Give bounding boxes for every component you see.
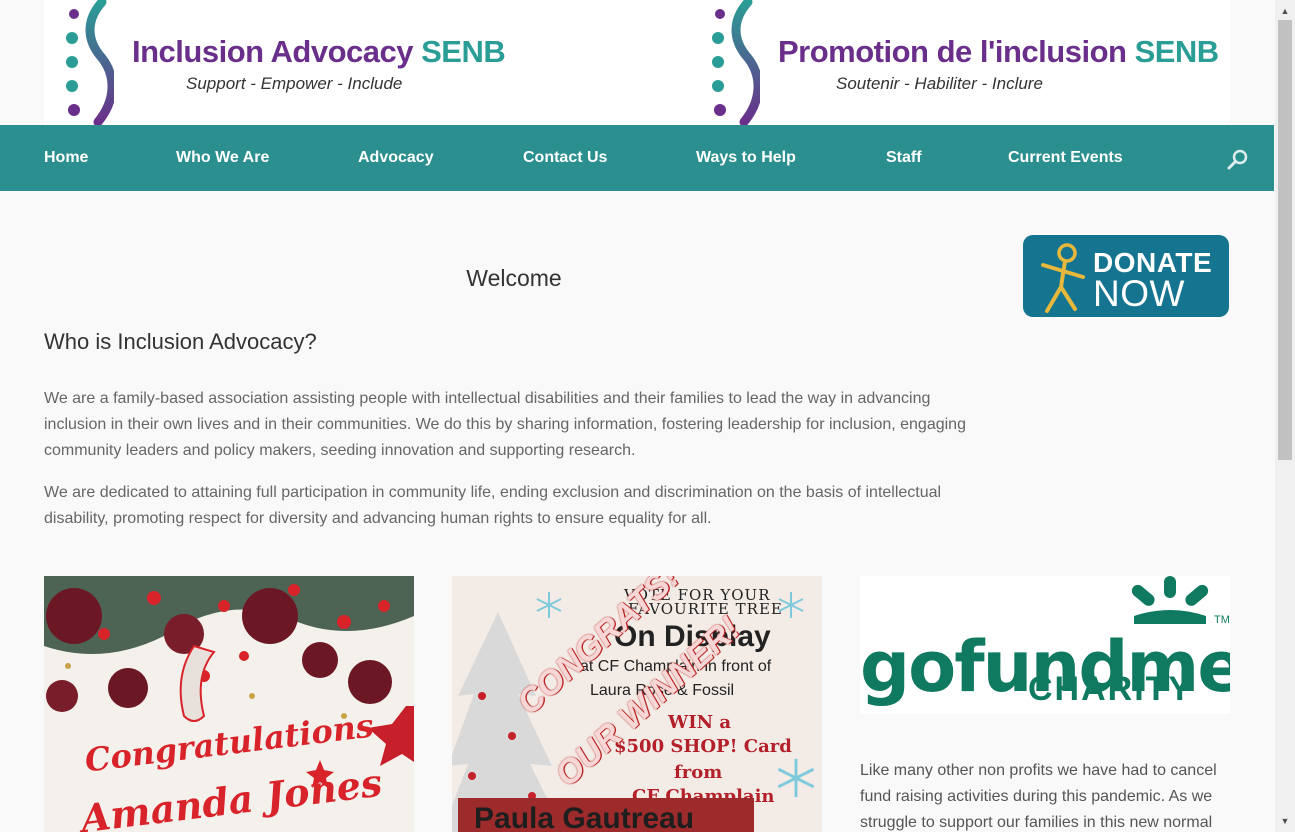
logo-tagline-fr: Soutenir - Habiliter - Inclure xyxy=(836,74,1043,93)
section-heading: Who is Inclusion Advocacy? xyxy=(44,329,317,354)
logo-title-en: Inclusion Advocacy SENB xyxy=(132,34,506,69)
congratulations-image[interactable]: Congratulations Amanda Jones xyxy=(44,576,414,832)
nav-ways-to-help[interactable]: Ways to Help xyxy=(696,149,796,167)
nav-home[interactable]: Home xyxy=(44,149,88,167)
donate-now-button[interactable]: DONATE NOW xyxy=(1023,235,1229,317)
nav-who-we-are[interactable]: Who We Are xyxy=(176,149,269,167)
nav-current-events[interactable]: Current Events xyxy=(1008,149,1123,167)
logo-mark-icon xyxy=(712,0,760,125)
logo-mark-icon xyxy=(66,0,114,125)
intro-paragraph: We are a family-based association assist… xyxy=(44,390,966,459)
snowflake-icon xyxy=(536,592,562,618)
charity-wordmark: CHARITY xyxy=(1028,670,1194,708)
nav-advocacy[interactable]: Advocacy xyxy=(358,149,434,167)
scroll-thumb[interactable] xyxy=(1278,20,1292,460)
main-nav: Home Who We Are Advocacy Contact Us Ways… xyxy=(0,125,1274,191)
tree-contest-poster[interactable]: VOTE FOR YOUR FAVOURITE TREE On Display … xyxy=(452,576,822,832)
snowflake-icon xyxy=(777,758,815,798)
header-banner: Inclusion Advocacy SENB Support - Empowe… xyxy=(44,0,1230,125)
winner-name: Paula Gautreau xyxy=(474,802,695,832)
poster-from: from xyxy=(674,762,723,783)
logo-title-fr: Promotion de l'inclusion SENB xyxy=(778,34,1219,69)
donate-now-label: NOW xyxy=(1093,273,1185,314)
poster-win: WIN a xyxy=(668,712,732,733)
stick-figure-icon xyxy=(1041,243,1085,313)
poster-prize: $500 SHOP! Card xyxy=(614,736,792,757)
logo-tagline-en: Support - Empower - Include xyxy=(186,74,403,93)
page-scrollbar[interactable]: ▲ ▼ xyxy=(1275,0,1295,832)
nav-staff[interactable]: Staff xyxy=(886,149,922,167)
trademark-symbol: TM xyxy=(1214,614,1230,626)
winner-name-bar: Paula Gautreau xyxy=(458,798,754,832)
logo-french[interactable]: Promotion de l'inclusion SENB Soutenir -… xyxy=(710,0,1219,125)
mission-paragraph: We are dedicated to attaining full parti… xyxy=(44,484,942,527)
scroll-up-arrow-icon[interactable]: ▲ xyxy=(1275,2,1295,20)
nav-contact-us[interactable]: Contact Us xyxy=(523,149,607,167)
scroll-down-arrow-icon[interactable]: ▼ xyxy=(1275,812,1295,830)
welcome-heading: Welcome xyxy=(466,265,562,291)
gofundme-sun-icon xyxy=(1131,576,1209,624)
search-icon[interactable] xyxy=(1226,147,1250,171)
gofundme-charity-logo[interactable]: gofundme CHARITY TM xyxy=(860,576,1230,714)
logo-english[interactable]: Inclusion Advocacy SENB Support - Empowe… xyxy=(64,0,506,125)
fundraising-paragraph: Like many other non profits we have had … xyxy=(860,762,1217,831)
